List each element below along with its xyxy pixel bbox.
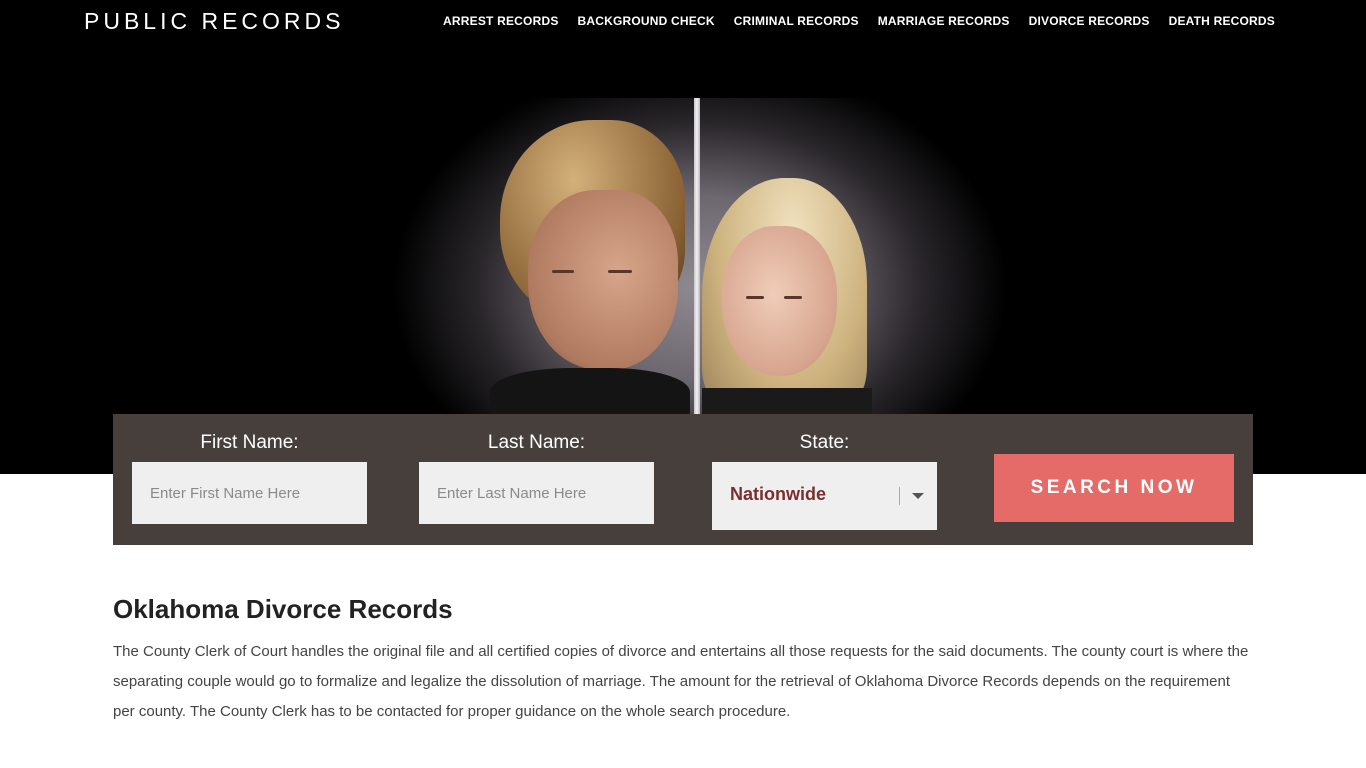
site-logo[interactable]: PUBLIC RECORDS: [84, 8, 344, 35]
photo-divider: [694, 98, 700, 414]
nav-death-records[interactable]: DEATH RECORDS: [1169, 14, 1275, 28]
nav-criminal-records[interactable]: CRIMINAL RECORDS: [734, 14, 859, 28]
state-select-value: Nationwide: [730, 484, 827, 504]
hero-banner: PUBLIC RECORDS ARREST RECORDS BACKGROUND…: [0, 0, 1366, 474]
first-name-input[interactable]: [132, 462, 367, 524]
first-name-label: First Name:: [200, 432, 299, 453]
select-separator: [899, 487, 900, 505]
photo-man: [490, 120, 690, 428]
photo-woman: [702, 178, 872, 418]
nav-divorce-records[interactable]: DIVORCE RECORDS: [1029, 14, 1150, 28]
article-paragraph: The County Clerk of Court handles the or…: [113, 643, 1249, 720]
chevron-down-icon: [912, 493, 924, 499]
last-name-label: Last Name:: [487, 432, 586, 453]
hero-photo-couple: [380, 98, 1020, 428]
state-label: State:: [799, 432, 850, 453]
state-select[interactable]: Nationwide: [712, 462, 937, 530]
page-title: Oklahoma Divorce Records: [113, 594, 453, 624]
main-nav: ARREST RECORDS BACKGROUND CHECK CRIMINAL…: [424, 14, 1275, 28]
article-section: Oklahoma Divorce Records The County Cler…: [113, 594, 1253, 727]
search-now-button[interactable]: SEARCH NOW: [994, 454, 1234, 522]
search-form-panel: First Name: Last Name: State: Nationwide…: [113, 414, 1253, 545]
last-name-input[interactable]: [419, 462, 654, 524]
nav-arrest-records[interactable]: ARREST RECORDS: [443, 14, 558, 28]
nav-background-check[interactable]: BACKGROUND CHECK: [578, 14, 715, 28]
nav-marriage-records[interactable]: MARRIAGE RECORDS: [878, 14, 1010, 28]
